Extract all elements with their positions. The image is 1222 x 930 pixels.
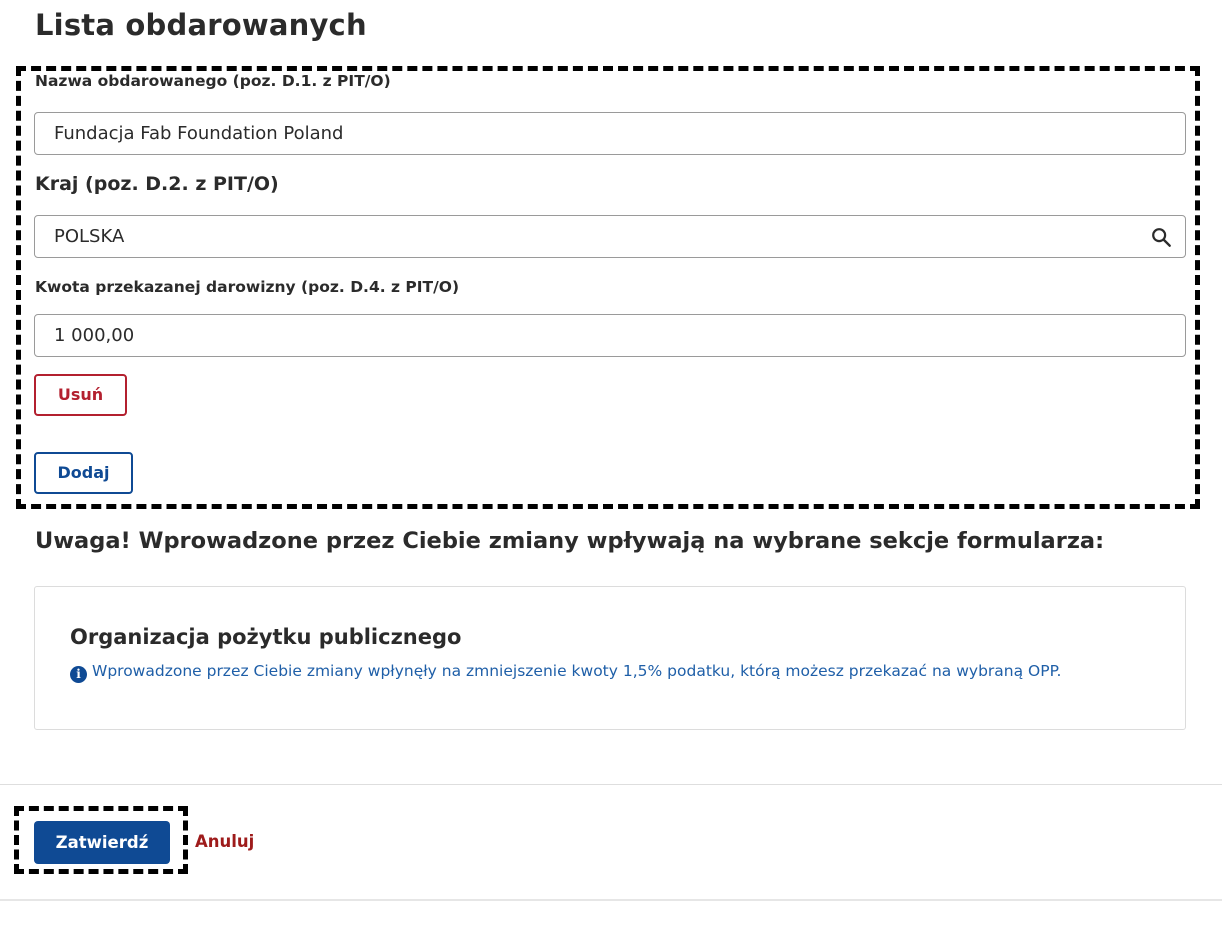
add-button[interactable]: Dodaj: [34, 452, 133, 494]
card-note-text: Wprowadzone przez Ciebie zmiany wpłynęły…: [92, 662, 1062, 680]
warning-heading: Uwaga! Wprowadzone przez Ciebie zmiany w…: [35, 528, 1105, 554]
cancel-link[interactable]: Anuluj: [195, 832, 254, 851]
confirm-button[interactable]: Zatwierdź: [34, 821, 170, 864]
page-title: Lista obdarowanych: [35, 8, 367, 42]
recipient-name-input[interactable]: Fundacja Fab Foundation Poland: [34, 112, 1186, 155]
card-note: i Wprowadzone przez Ciebie zmiany wpłynęł…: [70, 662, 1061, 683]
card-title: Organizacja pożytku publicznego: [70, 625, 462, 649]
footer-divider-top: [0, 784, 1222, 785]
footer-divider-bottom: [0, 899, 1222, 901]
amount-label: Kwota przekazanej darowizny (poz. D.4. z…: [35, 278, 460, 296]
recipient-name-value: Fundacja Fab Foundation Poland: [54, 123, 344, 144]
amount-input[interactable]: 1 000,00: [34, 314, 1186, 357]
recipient-name-label: Nazwa obdarowanego (poz. D.1. z PIT/O): [35, 72, 391, 90]
opp-info-card: Organizacja pożytku publicznego i Wprowad…: [34, 586, 1186, 730]
country-value: POLSKA: [54, 226, 125, 247]
country-search-input[interactable]: POLSKA: [34, 215, 1186, 258]
country-label: Kraj (poz. D.2. z PIT/O): [35, 173, 279, 195]
remove-button[interactable]: Usuń: [34, 374, 127, 416]
amount-value: 1 000,00: [54, 325, 135, 346]
info-icon: i: [70, 666, 87, 683]
search-icon[interactable]: [1150, 226, 1172, 248]
